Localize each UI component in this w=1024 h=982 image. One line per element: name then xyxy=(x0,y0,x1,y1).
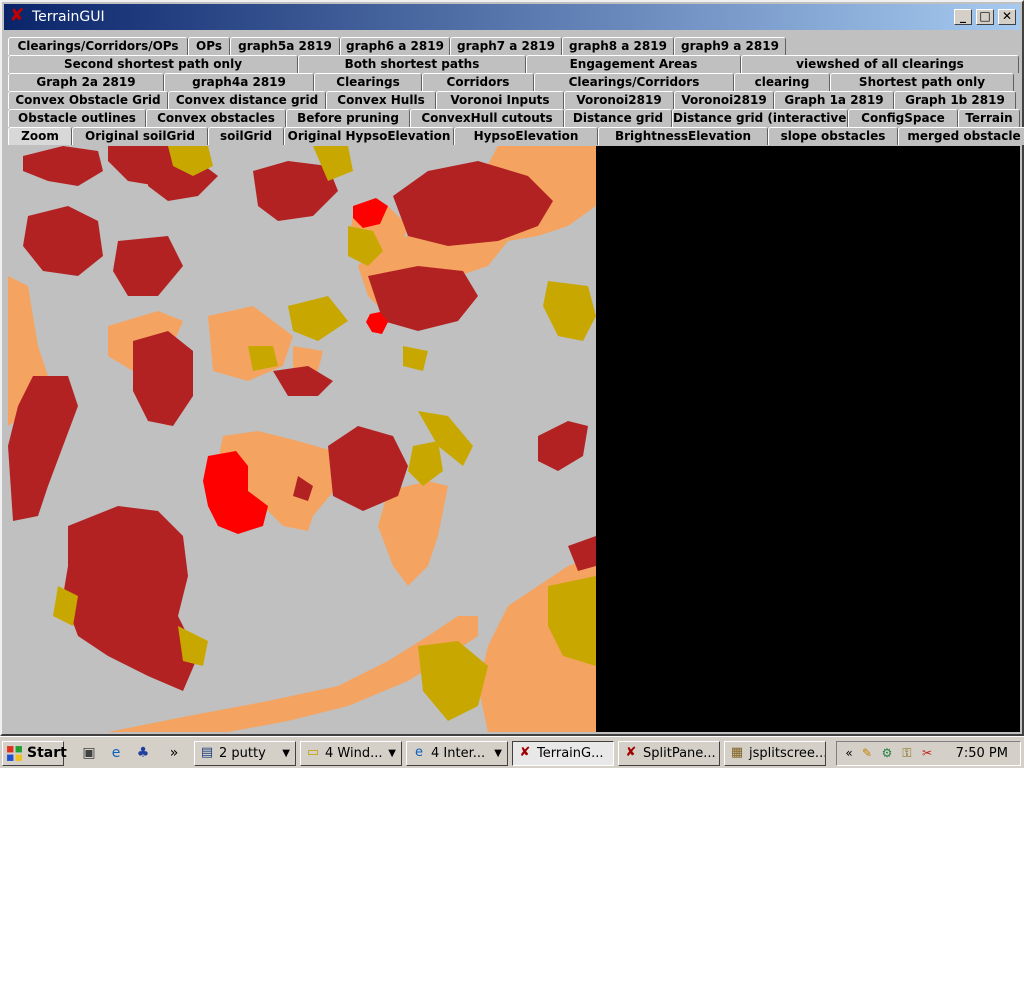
tab-voronoi-inputs[interactable]: Voronoi Inputs xyxy=(436,91,564,109)
tab-graph4a-2819[interactable]: graph4a 2819 xyxy=(164,73,314,91)
window-title: TerrainGUI xyxy=(32,9,105,25)
taskbar-button[interactable]: ▦ jsplitscree... xyxy=(724,741,826,766)
tray-expand[interactable]: « xyxy=(841,745,857,761)
tab-second-shortest-path-only[interactable]: Second shortest path only xyxy=(8,55,298,73)
tab-clearings-corridors[interactable]: Clearings/Corridors xyxy=(534,73,734,91)
title-bar[interactable]: ✘ TerrainGUI _ □ ✕ xyxy=(4,4,1020,30)
tab-brightnesselevation[interactable]: BrightnessElevation xyxy=(598,127,768,145)
tab-zoom[interactable]: Zoom xyxy=(8,127,72,145)
clock: 7:50 PM xyxy=(955,746,1008,761)
image-icon: ▦ xyxy=(730,745,744,760)
tab-shortest-path-only[interactable]: Shortest path only xyxy=(830,73,1014,91)
tab-graph-2a-2819[interactable]: Graph 2a 2819 xyxy=(8,73,164,91)
dropdown-arrow-icon: ▼ xyxy=(282,748,290,759)
tab-graph8-a-2819[interactable]: graph8 a 2819 xyxy=(562,37,674,55)
terrain-gui-window: ✘ TerrainGUI _ □ ✕ Clearings/Corridors/O… xyxy=(0,0,1024,736)
terrain-map[interactable] xyxy=(8,146,596,732)
tab-graph-1a-2819[interactable]: Graph 1a 2819 xyxy=(774,91,894,109)
tab-row: Zoom Original soilGrid soilGrid Original Hy… xyxy=(8,127,1024,145)
lock-icon[interactable]: ⚿ xyxy=(899,745,915,761)
tab-row: Convex Obstacle Grid Convex distance grid… xyxy=(8,91,1016,109)
tab-graph-1b-2819[interactable]: Graph 1b 2819 xyxy=(894,91,1016,109)
tab-both-shortest-paths[interactable]: Both shortest paths xyxy=(298,55,526,73)
tab-configspace[interactable]: ConfigSpace xyxy=(848,109,958,127)
taskbar-button-label: 4 Inter... xyxy=(431,746,486,761)
dropdown-arrow-icon: ▼ xyxy=(494,748,502,759)
minimize-button[interactable]: _ xyxy=(954,9,972,25)
tab-engagement-areas[interactable]: Engagement Areas xyxy=(526,55,741,73)
taskbar-button-label: SplitPane... xyxy=(643,746,716,761)
internet-explorer-icon[interactable]: e xyxy=(107,744,125,762)
antivirus-icon[interactable]: ✂ xyxy=(919,745,935,761)
close-button[interactable]: ✕ xyxy=(998,9,1016,25)
tab-clearings-corridors-ops[interactable]: Clearings/Corridors/OPs xyxy=(8,37,188,55)
taskbar-button[interactable]: ✘ TerrainG... xyxy=(512,741,614,766)
tab-original-hypsoelevation[interactable]: Original HypsoElevation xyxy=(284,127,454,145)
internet-explorer-icon: e xyxy=(415,745,423,760)
content-area xyxy=(8,146,1020,732)
tab-convex-obstacles[interactable]: Convex obstacles xyxy=(146,109,286,127)
java-app-icon: ✘ xyxy=(9,5,25,26)
taskbar-button[interactable]: ▤ 2 putty ▼ xyxy=(194,741,296,766)
tab-graph6-a-2819[interactable]: graph6 a 2819 xyxy=(340,37,450,55)
tab-graph7-a-2819[interactable]: graph7 a 2819 xyxy=(450,37,562,55)
maximize-icon: □ xyxy=(979,9,991,23)
tab-graph9-a-2819[interactable]: graph9 a 2819 xyxy=(674,37,786,55)
tab-row: Obstacle outlines Convex obstacles Before … xyxy=(8,109,1020,127)
close-icon: ✕ xyxy=(1001,9,1013,23)
tab-distance-grid[interactable]: Distance grid xyxy=(564,109,672,127)
taskbar-button-label: 4 Wind... xyxy=(325,746,383,761)
taskbar: Start ▣ e ♣ » ▤ 2 putty ▼ ▭ 4 Wind... ▼ e 4 Int… xyxy=(0,736,1024,768)
tab-hypsoelevation[interactable]: HypsoElevation xyxy=(454,127,598,145)
quick-launch-more[interactable]: » xyxy=(165,744,183,762)
terrain-map-canvas xyxy=(8,146,596,732)
tab-graph5a-2819[interactable]: graph5a 2819 xyxy=(230,37,340,55)
windows-logo-icon xyxy=(7,746,22,761)
taskbar-button-label: TerrainG... xyxy=(537,746,604,761)
taskbar-button-label: 2 putty xyxy=(219,746,266,761)
folder-icon: ▭ xyxy=(306,745,320,760)
putty-icon: ▤ xyxy=(200,745,214,760)
tab-before-pruning[interactable]: Before pruning xyxy=(286,109,410,127)
dropdown-arrow-icon: ▼ xyxy=(388,748,396,759)
tab-clearing[interactable]: clearing xyxy=(734,73,830,91)
taskbar-button[interactable]: ▭ 4 Wind... ▼ xyxy=(300,741,402,766)
tab-distance-grid-interactive[interactable]: Distance grid (interactive) xyxy=(672,109,848,127)
taskbar-button[interactable]: e 4 Inter... ▼ xyxy=(406,741,508,766)
tab-convex-distance-grid[interactable]: Convex distance grid xyxy=(168,91,326,109)
tab-clearings[interactable]: Clearings xyxy=(314,73,422,91)
tab-original-soilgrid[interactable]: Original soilGrid xyxy=(72,127,208,145)
tab-corridors[interactable]: Corridors xyxy=(422,73,534,91)
taskbar-button[interactable]: ✘ SplitPane... xyxy=(618,741,720,766)
start-button[interactable]: Start xyxy=(2,741,67,766)
tab-row: Clearings/Corridors/OPs OPs graph5a 2819 gr… xyxy=(8,37,786,55)
tab-slope-obstacles[interactable]: slope obstacles xyxy=(768,127,898,145)
maximize-button[interactable]: □ xyxy=(976,9,994,25)
tab-merged-obstacle[interactable]: merged obstacle xyxy=(898,127,1024,145)
tab-viewshed-of-all-clearings[interactable]: viewshed of all clearings xyxy=(741,55,1019,73)
tab-row: Second shortest path only Both shortest p… xyxy=(8,55,1019,73)
tab-convexhull-cutouts[interactable]: ConvexHull cutouts xyxy=(410,109,564,127)
tab-convex-obstacle-grid[interactable]: Convex Obstacle Grid xyxy=(8,91,168,109)
tab-ops[interactable]: OPs xyxy=(188,37,230,55)
tab-voronoi2819[interactable]: Voronoi2819 xyxy=(564,91,674,109)
network-status-icon[interactable]: ⚙ xyxy=(879,745,895,761)
java-app-icon: ✘ xyxy=(625,745,637,760)
java-app-icon: ✘ xyxy=(519,745,531,760)
tab-terrain[interactable]: Terrain xyxy=(958,109,1020,127)
tab-soilgrid[interactable]: soilGrid xyxy=(208,127,284,145)
tab-convex-hulls[interactable]: Convex Hulls xyxy=(326,91,436,109)
tab-row: Graph 2a 2819 graph4a 2819 Clearings Corrid… xyxy=(8,73,1014,91)
show-desktop-icon[interactable]: ▣ xyxy=(80,744,98,762)
tools-icon[interactable]: ✎ xyxy=(859,745,875,761)
system-tray: « ✎ ⚙ ⚿ ✂ 7:50 PM xyxy=(836,741,1021,766)
taskbar-button-label: jsplitscree... xyxy=(749,746,826,761)
minimize-icon: _ xyxy=(960,9,966,23)
network-icon[interactable]: ♣ xyxy=(134,744,152,762)
tab-voronoi2819[interactable]: Voronoi2819 xyxy=(674,91,774,109)
start-label: Start xyxy=(27,745,67,761)
tab-obstacle-outlines[interactable]: Obstacle outlines xyxy=(8,109,146,127)
